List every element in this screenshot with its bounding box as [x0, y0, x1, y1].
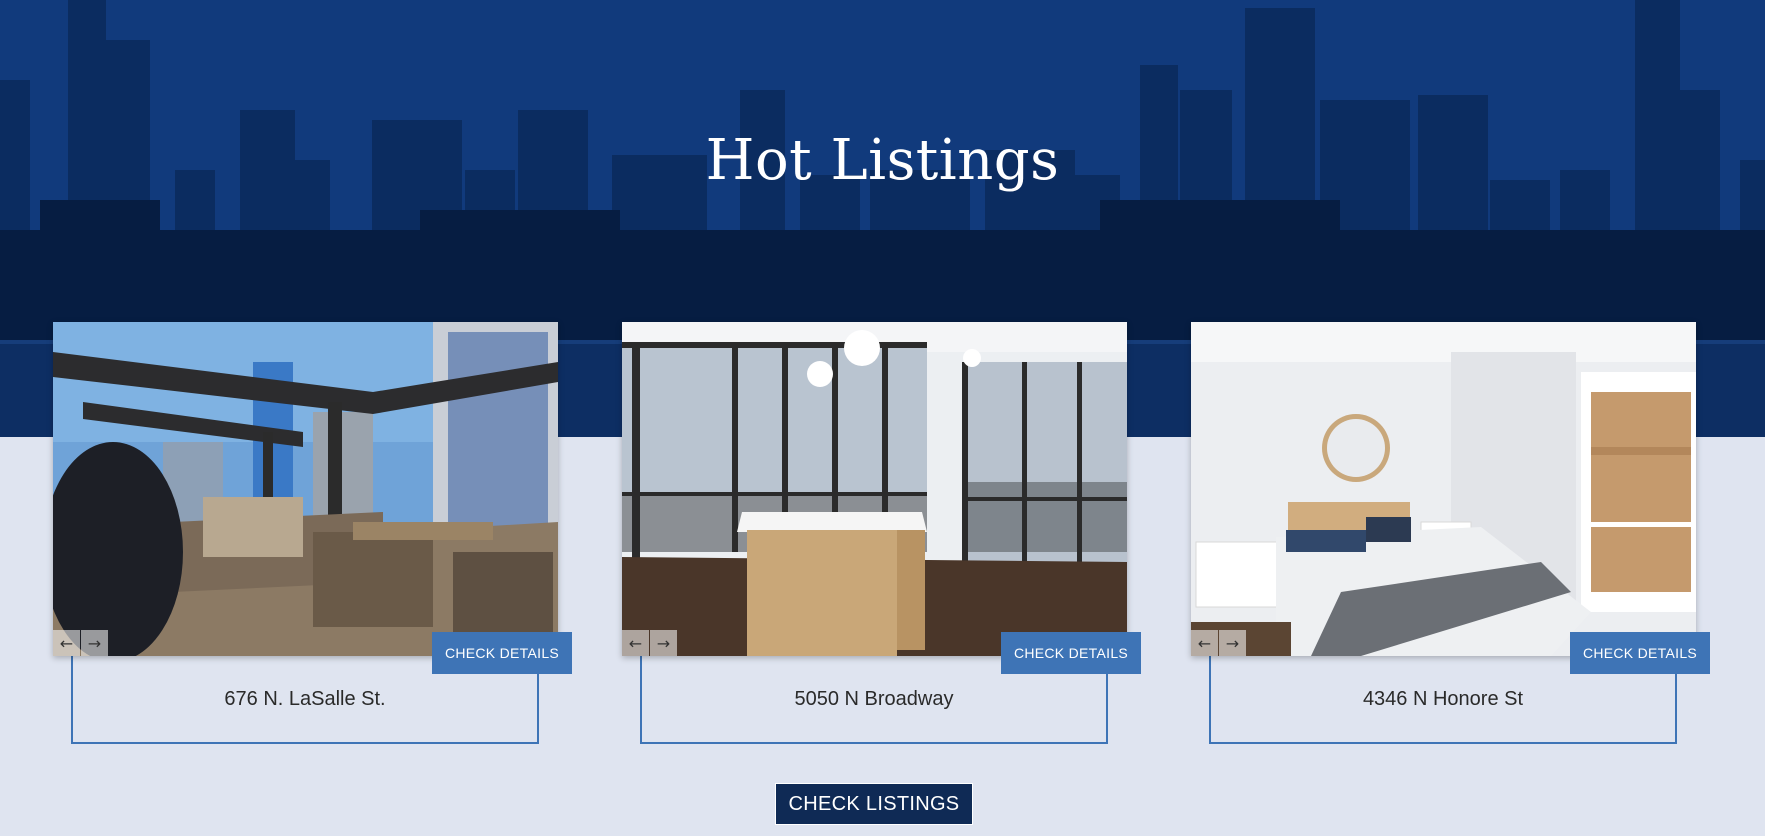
listing-photo[interactable]: ← → — [1191, 322, 1696, 656]
arrow-left-icon[interactable]: ← — [622, 630, 649, 656]
carousel-controls: ← → — [622, 630, 678, 656]
listing-photo[interactable]: ← → — [622, 322, 1127, 656]
listing-address: 5050 N Broadway — [794, 688, 954, 710]
check-details-button[interactable]: CHECK DETAILS — [432, 632, 572, 674]
page-title: Hot Listings — [705, 128, 1060, 193]
arrow-left-icon[interactable]: ← — [53, 630, 80, 656]
bedroom-interior-photo-icon — [1191, 322, 1696, 656]
kitchen-interior-photo-icon — [622, 322, 1127, 656]
rooftop-terrace-photo-icon — [53, 322, 558, 656]
listing-card: ← → CHECK DETAILS 676 N. LaSalle St. — [53, 322, 572, 744]
listing-card: ← → CHECK DETAILS 5050 N Broadway — [622, 322, 1141, 744]
check-details-button[interactable]: CHECK DETAILS — [1570, 632, 1710, 674]
arrow-right-icon[interactable]: → — [650, 630, 677, 656]
arrow-right-icon[interactable]: → — [1219, 630, 1246, 656]
carousel-controls: ← → — [1191, 630, 1247, 656]
listing-photo[interactable]: ← → — [53, 322, 558, 656]
check-listings-button[interactable]: CHECK LISTINGS — [775, 783, 973, 825]
listing-card: ← → CHECK DETAILS 4346 N Honore St — [1191, 322, 1710, 744]
listing-address: 4346 N Honore St — [1362, 688, 1524, 710]
check-details-button[interactable]: CHECK DETAILS — [1001, 632, 1141, 674]
arrow-right-icon[interactable]: → — [81, 630, 108, 656]
arrow-left-icon[interactable]: ← — [1191, 630, 1218, 656]
carousel-controls: ← → — [53, 630, 109, 656]
listing-address: 676 N. LaSalle St. — [224, 688, 386, 710]
